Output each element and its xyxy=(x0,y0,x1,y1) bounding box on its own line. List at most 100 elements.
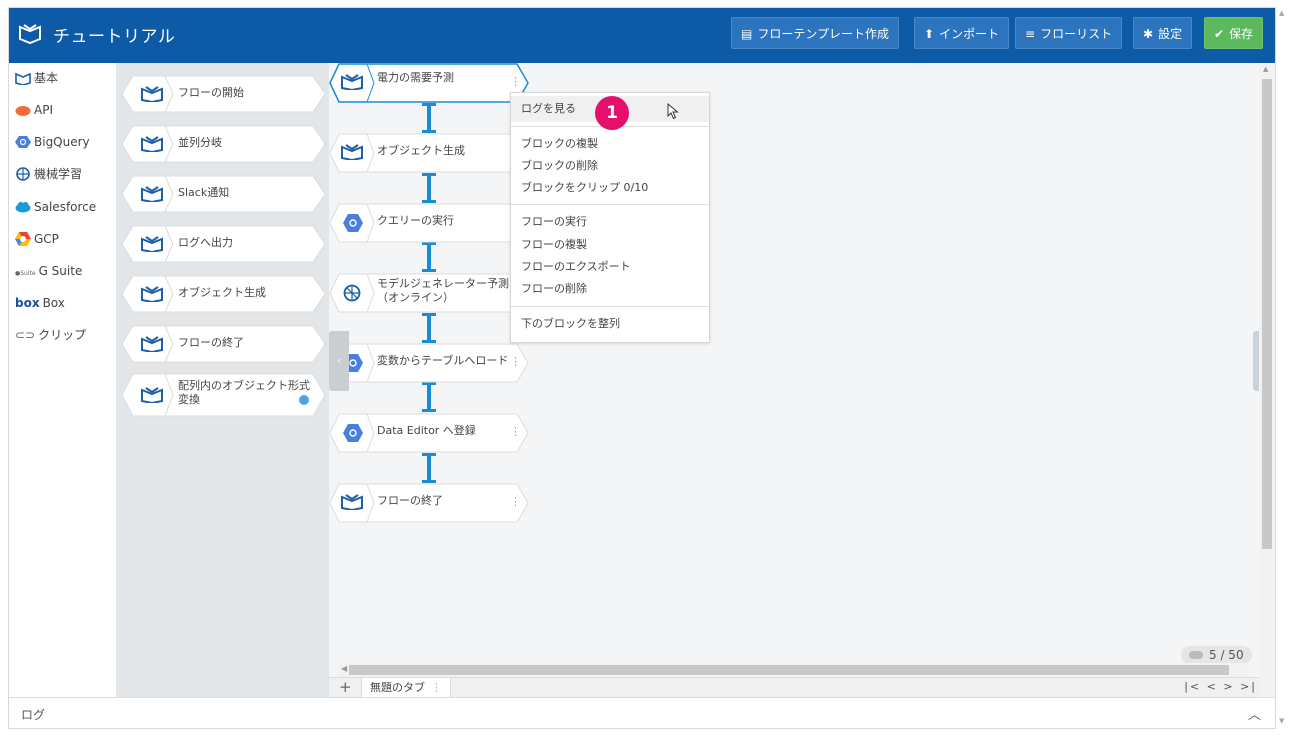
flow-connector xyxy=(422,103,436,133)
page-scrollbar[interactable]: ▲ ▼ xyxy=(1276,7,1290,727)
upload-icon: ⬆ xyxy=(924,27,935,41)
canvas-vertical-scrollbar[interactable]: ▲ xyxy=(1259,63,1275,697)
sidebar-item-salesforce[interactable]: Salesforce xyxy=(15,197,96,217)
flow-block-power-demand-forecast[interactable]: 電力の需要予測 ⋮ xyxy=(329,63,529,103)
block-counter-value: 5 / 50 xyxy=(1209,648,1244,662)
sidebar-item-machine-learning[interactable]: 機械学習 xyxy=(15,164,82,184)
menu-item-clip-block[interactable]: ブロックをクリップ 0/10 xyxy=(521,181,648,195)
kebab-menu-icon[interactable]: ⋮ xyxy=(510,426,521,438)
scroll-up-arrow-icon[interactable]: ▲ xyxy=(1263,65,1268,73)
settings-button[interactable]: ✱ 設定 xyxy=(1133,17,1193,49)
palette-block-slack-notify[interactable]: Slack通知 xyxy=(121,175,326,213)
palette-block-object-create[interactable]: オブジェクト生成 xyxy=(121,275,326,313)
kebab-menu-icon[interactable]: ⋮ xyxy=(431,681,442,694)
kebab-menu-icon[interactable]: ⋮ xyxy=(510,76,521,88)
flow-block-query-run[interactable]: クエリーの実行 xyxy=(329,203,529,243)
flow-block-load-variables-to-table[interactable]: 変数からテーブルへロード ⋮ xyxy=(329,343,529,383)
flow-block-label: 電力の需要予測 xyxy=(377,71,454,84)
sidebar-item-gcp[interactable]: GCP xyxy=(15,229,59,249)
top-header: チュートリアル ▤ フローテンプレート作成 ⬆ インポート ≡ フローリスト ✱ 設定 … xyxy=(9,8,1275,63)
sidebar-item-bigquery[interactable]: BigQuery xyxy=(15,132,90,152)
menu-item-duplicate-block[interactable]: ブロックの複製 xyxy=(521,137,598,151)
magellan-logo-icon xyxy=(19,24,41,44)
flow-list-button[interactable]: ≡ フローリスト xyxy=(1015,17,1123,49)
palette-block-parallel-branch[interactable]: 並列分岐 xyxy=(121,125,326,163)
tab-pager[interactable]: |< < > >| xyxy=(1184,680,1257,693)
magellan-logo-icon xyxy=(341,494,363,510)
scroll-up-arrow-icon[interactable]: ▲ xyxy=(1279,9,1284,17)
add-tab-button[interactable]: + xyxy=(339,679,352,695)
sidebar-item-basic[interactable]: 基本 xyxy=(15,68,58,88)
menu-item-export-flow[interactable]: フローのエクスポート xyxy=(521,260,631,274)
log-panel[interactable]: ログ ︿ xyxy=(9,697,1275,728)
brain-icon xyxy=(16,166,30,181)
tab-label: 無題のタブ xyxy=(370,681,425,694)
sidebar-item-gsuite[interactable]: ●Suite G Suite xyxy=(15,261,82,281)
tab-untitled[interactable]: 無題のタブ ⋮ xyxy=(361,678,451,699)
flow-block-label-line2: （オンライン） xyxy=(377,291,454,304)
bigquery-icon xyxy=(15,135,31,148)
flow-block-data-editor-register[interactable]: Data Editor へ登録 ⋮ xyxy=(329,413,529,453)
flow-block-object-create[interactable]: オブジェクト生成 xyxy=(329,133,529,173)
palette-block-log-output[interactable]: ログへ出力 xyxy=(121,225,326,263)
palette-block-label: 並列分岐 xyxy=(178,136,222,149)
save-label: 保存 xyxy=(1229,27,1254,41)
menu-item-duplicate-flow[interactable]: フローの複製 xyxy=(521,238,587,252)
sidebar-item-label: G Suite xyxy=(38,264,83,278)
flow-block-label: クエリーの実行 xyxy=(377,214,454,227)
sidebar-item-box[interactable]: box Box xyxy=(15,293,65,313)
canvas-horizontal-scrollbar[interactable]: ◀ xyxy=(339,663,1249,677)
check-circle-icon: ✔ xyxy=(1214,27,1225,41)
menu-item-delete-block[interactable]: ブロックの削除 xyxy=(521,159,598,173)
magellan-logo-icon xyxy=(141,236,163,252)
flow-connector xyxy=(422,313,436,343)
flow-block-label: フローの終了 xyxy=(377,494,443,507)
palette-block-array-object-convert[interactable]: 配列内のオブジェクト形式 変換 xyxy=(121,373,326,417)
category-sidebar: 基本 API BigQuery 機械学習 Salesforce GCP ●Sui… xyxy=(9,63,116,697)
paperclip-icon: ⊂⊃ xyxy=(15,328,36,342)
palette-block-label: オブジェクト生成 xyxy=(178,286,266,299)
box-icon: box xyxy=(15,296,40,310)
settings-label: 設定 xyxy=(1158,27,1183,41)
menu-item-run-flow[interactable]: フローの実行 xyxy=(521,215,587,229)
sidebar-item-label: BigQuery xyxy=(34,135,90,149)
palette-block-label: フローの開始 xyxy=(178,86,244,99)
scroll-down-arrow-icon[interactable]: ▼ xyxy=(1279,717,1284,725)
kebab-menu-icon[interactable]: ⋮ xyxy=(510,496,521,508)
sidebar-item-clip[interactable]: ⊂⊃ クリップ xyxy=(15,325,86,345)
magellan-logo-icon xyxy=(341,144,363,160)
scrollbar-thumb[interactable] xyxy=(1262,79,1272,549)
menu-item-align-below[interactable]: 下のブロックを整列 xyxy=(521,317,620,331)
app-title: チュートリアル xyxy=(53,27,176,47)
scroll-left-arrow-icon[interactable]: ◀ xyxy=(341,664,347,673)
scrollbar-thumb[interactable] xyxy=(349,665,1229,675)
flow-block-model-generator-predict[interactable]: モデルジェネレーター予測 （オンライン） xyxy=(329,273,529,313)
chevron-up-icon[interactable]: ︿ xyxy=(1248,704,1261,723)
magellan-logo-icon xyxy=(141,336,163,352)
palette-block-label: 配列内のオブジェクト形式 変換 xyxy=(178,379,310,407)
flow-template-label: フローテンプレート作成 xyxy=(757,27,889,41)
import-label: インポート xyxy=(939,27,1000,41)
save-button[interactable]: ✔ 保存 xyxy=(1204,17,1264,49)
flow-block-label: Data Editor へ登録 xyxy=(377,424,476,437)
app-window: チュートリアル ▤ フローテンプレート作成 ⬆ インポート ≡ フローリスト ✱ 設定 … xyxy=(8,7,1276,729)
sidebar-item-label: 機械学習 xyxy=(34,167,83,181)
palette-block-label: ログへ出力 xyxy=(178,236,233,249)
sidebar-item-label: Salesforce xyxy=(34,200,97,214)
palette-block-flow-end[interactable]: フローの終了 xyxy=(121,325,326,363)
palette-collapse-handle[interactable]: ‹ xyxy=(329,331,349,391)
sidebar-item-api[interactable]: API xyxy=(15,100,53,120)
menu-divider xyxy=(511,306,709,307)
flow-template-button[interactable]: ▤ フローテンプレート作成 xyxy=(731,17,899,49)
menu-item-delete-flow[interactable]: フローの削除 xyxy=(521,282,587,296)
kebab-menu-icon[interactable]: ⋮ xyxy=(510,356,521,368)
palette-block-flow-start[interactable]: フローの開始 xyxy=(121,75,326,113)
toggle-icon[interactable] xyxy=(1189,650,1203,659)
menu-item-view-log[interactable]: ログを見る xyxy=(521,102,576,116)
sidebar-item-label: クリップ xyxy=(38,328,87,342)
flow-connector xyxy=(422,453,436,483)
flow-block-flow-end[interactable]: フローの終了 ⋮ xyxy=(329,483,529,523)
api-icon xyxy=(15,105,31,116)
import-button[interactable]: ⬆ インポート xyxy=(914,17,1010,49)
magellan-logo-icon xyxy=(141,186,163,202)
